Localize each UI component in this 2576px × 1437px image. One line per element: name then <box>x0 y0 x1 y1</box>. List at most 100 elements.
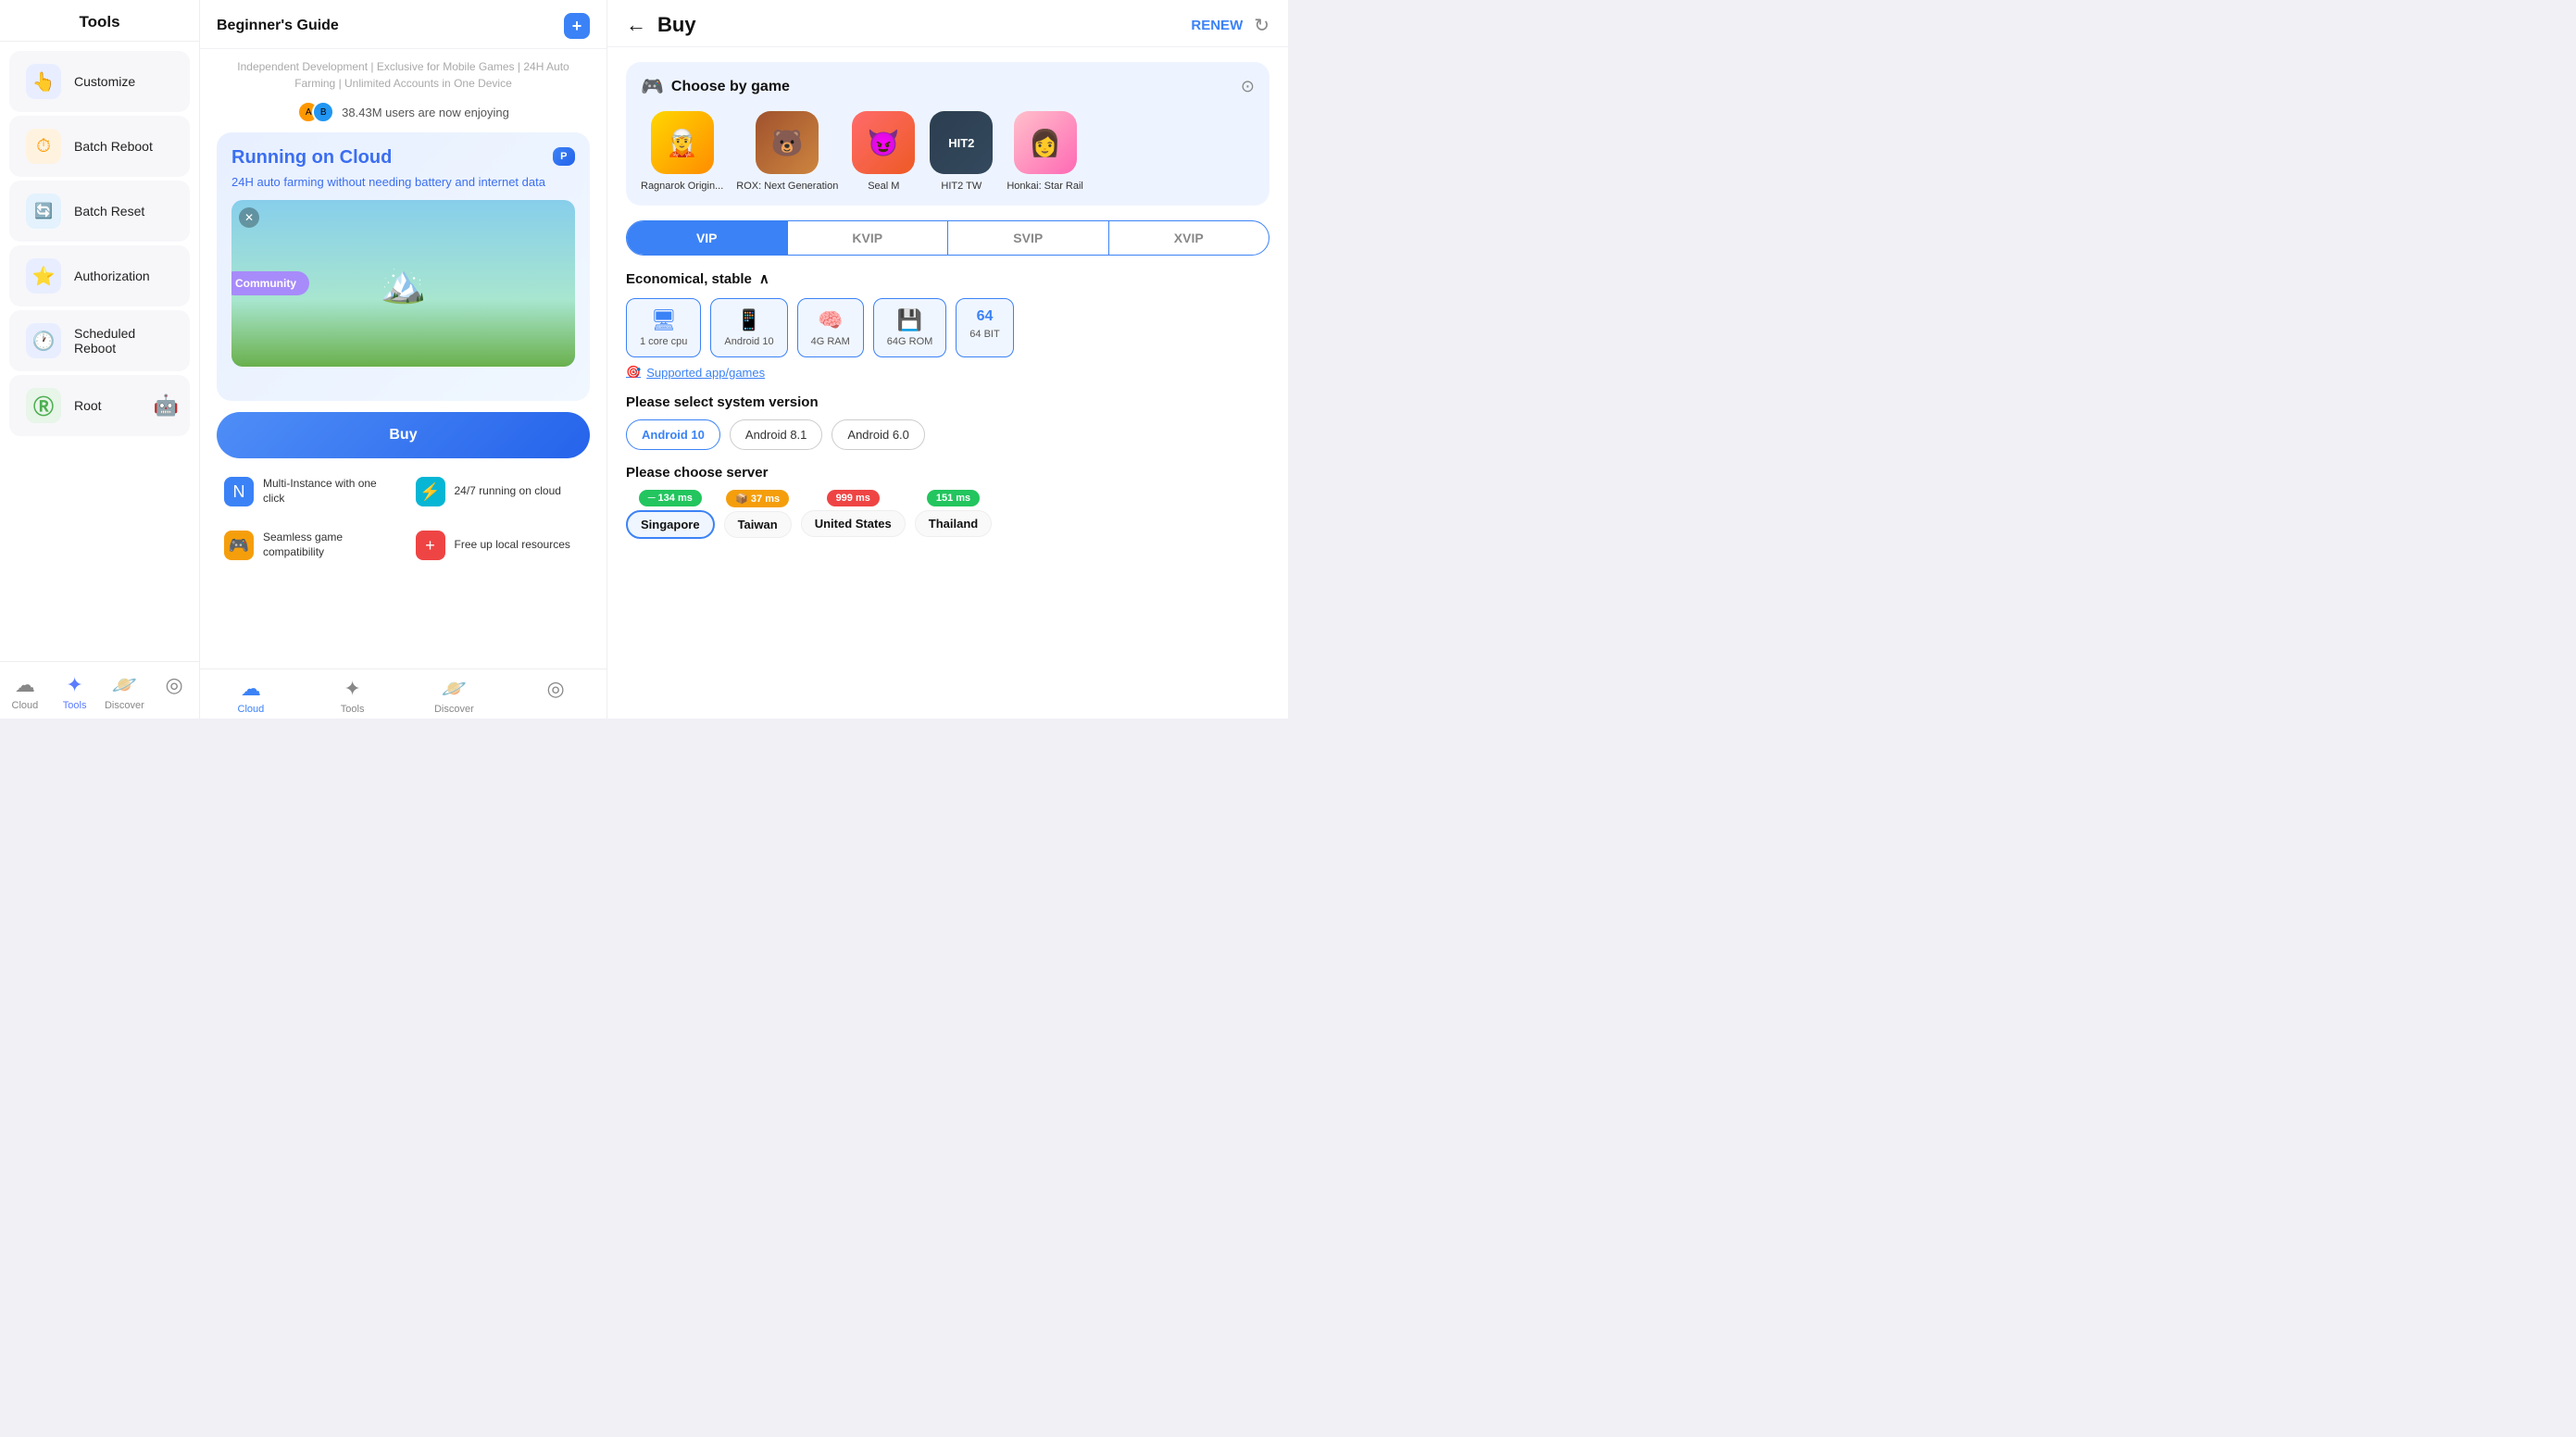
right-panel: ← Buy RENEW ↻ 🎮 Choose by game ⊙ 🧝 Ragna… <box>607 0 1288 718</box>
guide-subtitle: Independent Development | Exclusive for … <box>200 49 606 97</box>
collapse-specs-icon[interactable]: ∧ <box>759 270 769 287</box>
guide-header: Beginner's Guide + <box>200 0 606 49</box>
system-version-section: Please select system version Android 10 … <box>626 394 1269 450</box>
sys-android60[interactable]: Android 6.0 <box>832 419 925 450</box>
tool-item-batch-reset[interactable]: 🔄 Batch Reset <box>9 181 190 242</box>
batch-reset-label: Batch Reset <box>74 204 144 219</box>
server-singapore[interactable]: ─ 134 ms Singapore <box>626 490 715 539</box>
mid-discover-icon: 🪐 <box>442 677 467 701</box>
mid-profile-icon: ◎ <box>547 677 565 701</box>
spec-64bit: 64 64 BIT <box>956 298 1013 357</box>
ragnarok-thumb: 🧝 <box>651 111 714 174</box>
mid-nav-tools[interactable]: ✦ Tools <box>302 677 404 715</box>
nav-tools[interactable]: ✦ Tools <box>50 669 100 715</box>
rox-name: ROX: Next Generation <box>736 180 838 193</box>
rox-thumb: 🐻 <box>756 111 819 174</box>
vip-tab-svip[interactable]: SVIP <box>948 221 1109 255</box>
buy-button[interactable]: Buy <box>217 412 590 458</box>
mid-cloud-label: Cloud <box>238 704 265 715</box>
choose-game-header-left: 🎮 Choose by game <box>641 75 790 98</box>
guide-add-button[interactable]: + <box>564 13 590 39</box>
server-taiwan[interactable]: 📦 37 ms Taiwan <box>724 490 792 539</box>
sys-android10[interactable]: Android 10 <box>626 419 720 450</box>
tool-item-batch-reboot[interactable]: ⏱ Batch Reboot <box>9 116 190 177</box>
thailand-badge: Thailand <box>915 510 992 537</box>
back-button[interactable]: ← <box>626 13 646 37</box>
seal-name: Seal M <box>868 180 899 193</box>
feature-game-compat-text: Seamless game compatibility <box>263 531 392 559</box>
nav-cloud[interactable]: ☁ Cloud <box>0 669 50 715</box>
batch-reset-icon: 🔄 <box>26 194 61 229</box>
ram-label: 4G RAM <box>811 336 850 347</box>
spec-android: 📱 Android 10 <box>710 298 787 357</box>
honkai-thumb: 👩 <box>1014 111 1077 174</box>
tool-item-customize[interactable]: 👆 Customize <box>9 51 190 112</box>
multi-instance-icon: N <box>224 477 254 506</box>
seal-thumb: 😈 <box>852 111 915 174</box>
users-text: 38.43M users are now enjoying <box>342 106 509 119</box>
supported-link-text: Supported app/games <box>646 366 765 380</box>
mid-tools-label: Tools <box>341 704 365 715</box>
free-resources-icon: + <box>416 531 445 560</box>
refresh-icon[interactable]: ↻ <box>1254 14 1269 37</box>
bit-label: 64 BIT <box>969 329 999 340</box>
nav-discover[interactable]: 🪐 Discover <box>100 669 150 715</box>
tool-item-authorization[interactable]: ⭐ Authorization <box>9 245 190 306</box>
authorization-label: Authorization <box>74 269 150 283</box>
game-compat-icon: 🎮 <box>224 531 254 560</box>
feature-free-resources-text: Free up local resources <box>455 538 570 553</box>
us-ping: 999 ms <box>827 490 880 506</box>
android-icon: 📱 <box>736 308 761 332</box>
vip-tabs: VIP KVIP SVIP XVIP <box>626 220 1269 256</box>
bit-icon: 64 <box>977 308 994 325</box>
mid-nav-cloud[interactable]: ☁ Cloud <box>200 677 302 715</box>
cloud-nav-icon: ☁ <box>15 673 35 697</box>
choose-game-header: 🎮 Choose by game ⊙ <box>641 75 1255 98</box>
game-rox[interactable]: 🐻 ROX: Next Generation <box>736 111 838 193</box>
renew-button[interactable]: RENEW <box>1191 18 1243 33</box>
specs-header: Economical, stable ∧ <box>626 270 1269 287</box>
thailand-name: Thailand <box>929 517 978 531</box>
specs-title: Economical, stable <box>626 271 752 287</box>
mid-cloud-icon: ☁ <box>241 677 261 701</box>
batch-reboot-label: Batch Reboot <box>74 139 153 154</box>
sys-android81[interactable]: Android 8.1 <box>730 419 823 450</box>
feature-cloud: ⚡ 24/7 running on cloud <box>408 469 591 514</box>
tool-item-root[interactable]: Ⓡ Root 🤖 <box>9 375 190 436</box>
game-controller-icon: 🎮 <box>641 75 664 98</box>
right-content: 🎮 Choose by game ⊙ 🧝 Ragnarok Origin... … <box>607 47 1288 718</box>
feature-multi-instance-text: Multi-Instance with one click <box>263 477 392 506</box>
spec-cpu: 🖥 1 core cpu <box>626 298 701 357</box>
buy-title: Buy <box>657 13 1180 37</box>
tools-nav-icon: ✦ <box>66 673 82 697</box>
choose-game-section: 🎮 Choose by game ⊙ 🧝 Ragnarok Origin... … <box>626 62 1269 206</box>
us-badge: United States <box>801 510 906 537</box>
game-hit2[interactable]: HIT2 HIT2 TW <box>929 111 994 193</box>
users-badge: A B 38.43M users are now enjoying <box>200 97 606 132</box>
server-us[interactable]: 999 ms United States <box>801 490 906 539</box>
collapse-icon[interactable]: ⊙ <box>1241 77 1255 96</box>
customize-icon: 👆 <box>26 64 61 99</box>
discover-nav-label: Discover <box>105 700 144 711</box>
nav-profile[interactable]: ◎ <box>149 669 199 715</box>
game-ragnarok[interactable]: 🧝 Ragnarok Origin... <box>641 111 723 193</box>
game-seal[interactable]: 😈 Seal M <box>851 111 916 193</box>
users-avatars: A B <box>297 101 334 123</box>
mid-nav-discover[interactable]: 🪐 Discover <box>404 677 506 715</box>
supported-link-icon: 🎯 <box>626 365 641 380</box>
vip-tab-kvip[interactable]: KVIP <box>788 221 949 255</box>
mid-nav-profile[interactable]: ◎ <box>505 677 606 715</box>
vip-tab-xvip[interactable]: XVIP <box>1109 221 1269 255</box>
supported-link[interactable]: 🎯 Supported app/games <box>626 365 1269 380</box>
server-section: Please choose server ─ 134 ms Singapore … <box>626 465 1269 539</box>
game-honkai[interactable]: 👩 Honkai: Star Rail <box>1007 111 1083 193</box>
ragnarok-name: Ragnarok Origin... <box>641 180 723 193</box>
tool-item-scheduled-reboot[interactable]: 🕐 Scheduled Reboot <box>9 310 190 371</box>
server-options: ─ 134 ms Singapore 📦 37 ms Taiwan 999 ms <box>626 490 1269 539</box>
specs-section: Economical, stable ∧ 🖥 1 core cpu 📱 Andr… <box>626 270 1269 380</box>
profile-nav-icon: ◎ <box>166 673 183 697</box>
server-thailand[interactable]: 151 ms Thailand <box>915 490 992 539</box>
vip-tab-vip[interactable]: VIP <box>627 221 788 255</box>
mid-tools-icon: ✦ <box>344 677 360 701</box>
games-row: 🧝 Ragnarok Origin... 🐻 ROX: Next Generat… <box>641 111 1255 193</box>
